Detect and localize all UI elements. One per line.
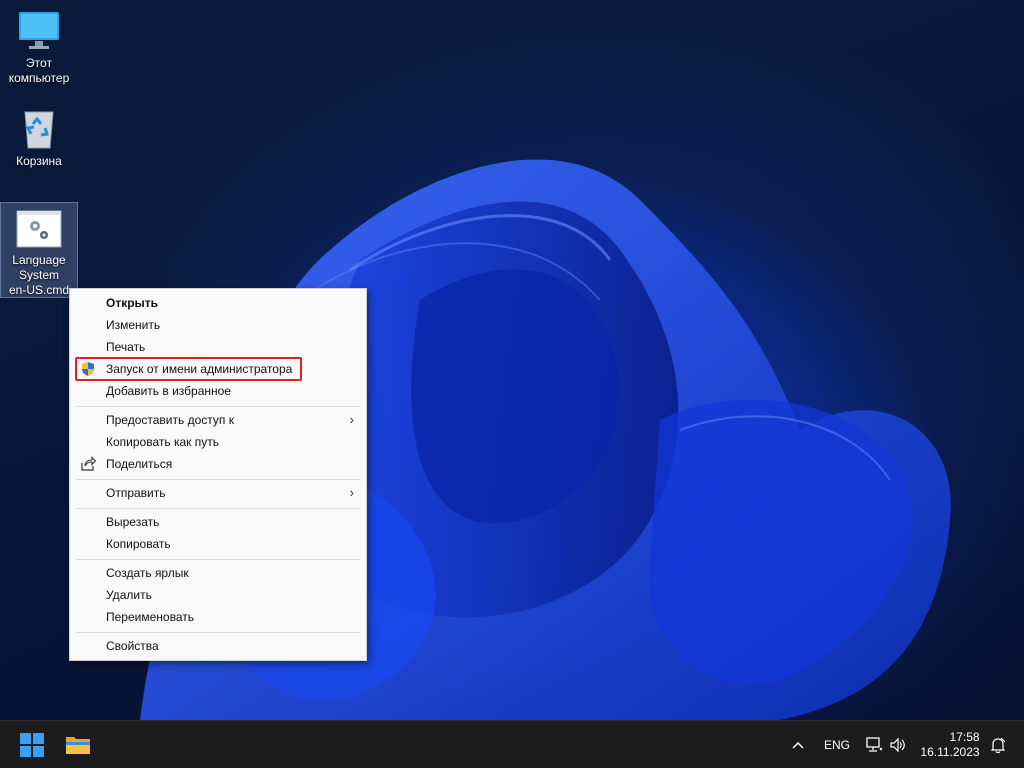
clock-time: 17:58 [949, 729, 980, 744]
chevron-up-icon [792, 741, 804, 749]
menu-item-create-shortcut[interactable]: Создать ярлык [70, 562, 366, 584]
language-label: ENG [823, 737, 850, 752]
menu-separator [76, 559, 360, 560]
menu-item-open[interactable]: Открыть [70, 292, 366, 314]
menu-item-give-access[interactable]: Предоставить доступ к › [70, 409, 366, 431]
clock[interactable]: 17:58 16.11.2023 [916, 721, 984, 768]
notifications-button[interactable] [986, 721, 1010, 768]
menu-item-properties-label: Свойства [106, 639, 159, 653]
windows-logo-icon [20, 732, 44, 757]
clock-date: 16.11.2023 [920, 744, 980, 759]
menu-item-send-to-label: Отправить [106, 486, 166, 500]
menu-item-give-access-label: Предоставить доступ к [106, 413, 234, 427]
menu-item-send-to[interactable]: Отправить › [70, 482, 366, 504]
file-explorer-button[interactable] [58, 721, 98, 768]
menu-item-rename[interactable]: Переименовать [70, 606, 366, 628]
menu-item-edit-label: Изменить [106, 318, 161, 332]
menu-item-run-as-admin[interactable]: Запуск от имени администратора [70, 358, 366, 380]
menu-item-delete-label: Удалить [106, 588, 152, 602]
chevron-right-icon: › [349, 485, 354, 500]
menu-item-edit[interactable]: Изменить [70, 314, 366, 336]
menu-item-run-as-admin-label: Запуск от имени администратора [106, 362, 293, 376]
uac-shield-icon [82, 362, 94, 376]
taskbar: ENG 17:58 16.11.2023 [0, 720, 1024, 768]
menu-item-copy[interactable]: Копировать [70, 533, 366, 555]
menu-item-add-favorites-label: Добавить в избранное [106, 384, 231, 398]
monitor-icon [19, 12, 59, 49]
menu-separator [76, 406, 360, 407]
script-file-icon-item[interactable]: Language System en-US.cmd [0, 202, 78, 298]
menu-item-print-label: Печать [106, 340, 146, 354]
start-button[interactable] [14, 721, 50, 768]
menu-item-cut[interactable]: Вырезать [70, 511, 366, 533]
menu-item-copy-as-path-label: Копировать как путь [106, 435, 219, 449]
menu-separator [76, 632, 360, 633]
menu-item-copy-label: Копировать [106, 537, 171, 551]
menu-item-cut-label: Вырезать [106, 515, 160, 529]
menu-item-properties[interactable]: Свойства [70, 635, 366, 657]
context-menu: Открыть Изменить Печать Запуск от имени … [69, 288, 367, 661]
network-icon [866, 736, 883, 752]
share-icon [81, 456, 96, 471]
menu-item-open-label: Открыть [106, 296, 159, 310]
volume-icon [890, 737, 905, 752]
recycle-bin-label: Корзина [16, 154, 62, 168]
menu-item-share[interactable]: Поделиться [70, 453, 366, 475]
menu-item-delete[interactable]: Удалить [70, 584, 366, 606]
chevron-right-icon: › [349, 412, 354, 427]
this-pc-label: Этот компьютер [8, 56, 70, 85]
gear-file-icon [16, 210, 62, 248]
desktop[interactable]: Этот компьютер Корзина Language System e… [0, 0, 1024, 720]
recycle-bin-icon-item[interactable]: Корзина [0, 106, 78, 169]
folder-icon [66, 736, 90, 754]
menu-item-copy-as-path[interactable]: Копировать как путь [70, 431, 366, 453]
menu-separator [76, 479, 360, 480]
menu-item-print[interactable]: Печать [70, 336, 366, 358]
language-indicator[interactable]: ENG [818, 721, 856, 768]
network-volume-button[interactable] [862, 721, 910, 768]
show-hidden-icons-button[interactable] [786, 721, 810, 768]
menu-item-rename-label: Переименовать [106, 610, 194, 624]
menu-item-create-shortcut-label: Создать ярлык [106, 566, 189, 580]
menu-item-add-favorites[interactable]: Добавить в избранное [70, 380, 366, 402]
script-file-label: Language System en-US.cmd [8, 253, 70, 297]
recycle-bin-icon [24, 111, 54, 149]
notification-bell-icon [990, 737, 1006, 753]
this-pc-icon-item[interactable]: Этот компьютер [0, 8, 78, 86]
menu-item-share-label: Поделиться [106, 457, 173, 471]
menu-separator [76, 508, 360, 509]
